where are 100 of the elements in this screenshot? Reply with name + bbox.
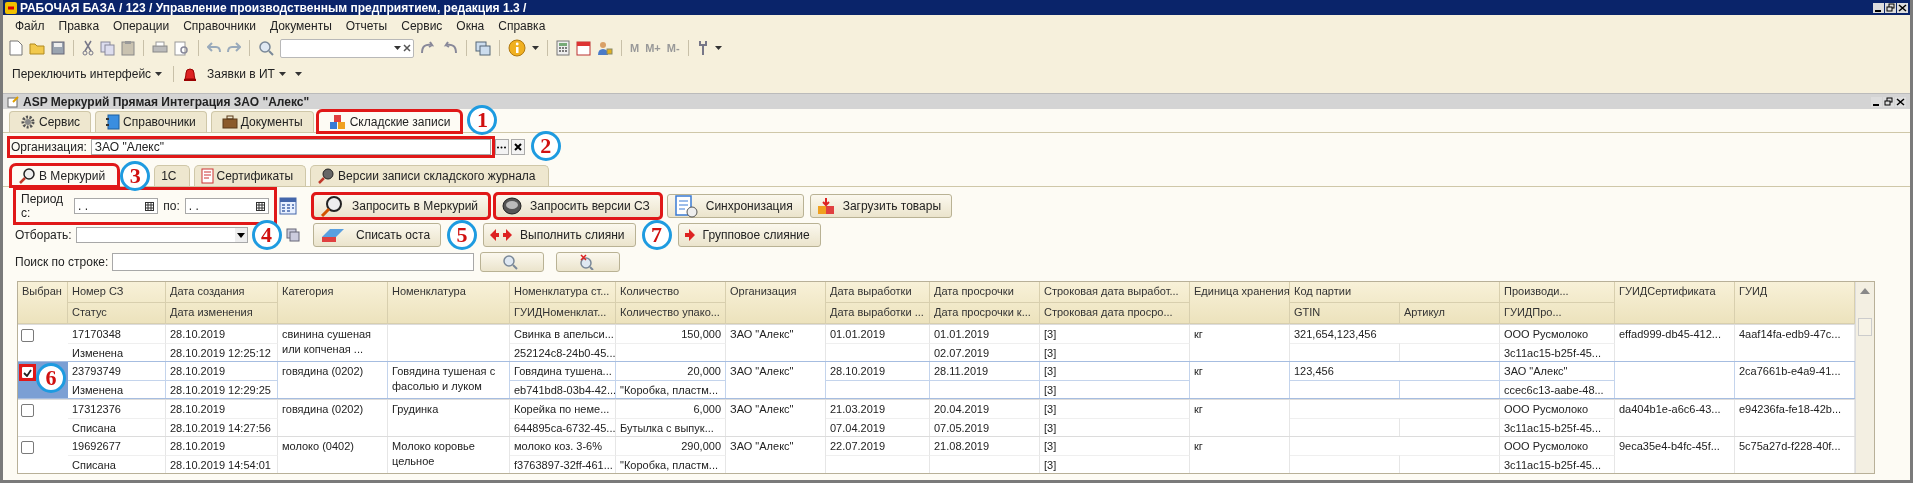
scroll-thumb[interactable] <box>1858 318 1872 336</box>
section-tab[interactable]: Документы <box>210 111 314 132</box>
minimize-icon[interactable] <box>1871 96 1882 107</box>
scissors-icon[interactable] <box>82 40 94 56</box>
section-tab[interactable]: Складские записи <box>317 111 462 132</box>
column-header[interactable]: Номенклатура <box>388 282 510 324</box>
column-header[interactable]: Дата изменения <box>166 303 278 324</box>
column-header[interactable]: ГУИДПро... <box>1500 303 1615 324</box>
checkbox[interactable] <box>21 404 34 417</box>
menu-item[interactable]: Правка <box>52 18 106 33</box>
restore-icon[interactable] <box>1883 96 1894 107</box>
column-header[interactable]: Категория <box>278 282 388 324</box>
column-header[interactable]: Количество <box>616 282 726 303</box>
info-icon[interactable] <box>508 39 526 57</box>
column-header[interactable]: Единица хранения <box>1190 282 1290 324</box>
print-preview-icon[interactable] <box>174 40 190 56</box>
column-header[interactable]: Производи... <box>1500 282 1615 303</box>
column-header[interactable]: ГУИДСертификата <box>1615 282 1735 324</box>
copy-icon[interactable] <box>100 40 115 56</box>
minimize-icon[interactable] <box>1873 2 1884 13</box>
clear-button[interactable] <box>510 139 525 155</box>
column-header[interactable]: Строковая дата выработ... <box>1040 282 1190 303</box>
search-combo-field[interactable] <box>280 38 414 58</box>
menu-item[interactable]: Операции <box>107 18 176 33</box>
save-icon[interactable] <box>51 41 65 55</box>
clear-search-button[interactable] <box>556 252 621 272</box>
action-button[interactable]: Загрузить товары <box>809 194 953 218</box>
action-button[interactable]: Запросить версии СЗ <box>495 194 661 218</box>
column-header[interactable]: Количество упако... <box>616 303 726 324</box>
find-previous-icon[interactable] <box>442 41 458 55</box>
action-button[interactable]: Синхронизация <box>666 194 804 218</box>
tab[interactable]: 1С <box>154 165 190 186</box>
search-icon[interactable] <box>502 254 519 270</box>
organization-field[interactable]: ЗАО "Алекс" <box>90 139 491 155</box>
new-document-icon[interactable] <box>9 40 23 56</box>
calendar-icon[interactable] <box>256 201 265 211</box>
close-icon[interactable] <box>1895 96 1906 107</box>
requests-button[interactable]: Заявки в ИТ <box>204 64 289 83</box>
table-cell: 21.03.2019 <box>826 400 930 418</box>
menu-item[interactable]: Справка <box>492 18 552 33</box>
undo-icon[interactable] <box>207 42 221 54</box>
column-header[interactable]: Организация <box>726 282 826 324</box>
tab[interactable]: Сертификаты <box>193 165 307 186</box>
action-button[interactable]: Запросить в Меркурий <box>313 194 490 218</box>
action-button[interactable]: Выполнить слияни <box>483 223 636 247</box>
checkbox[interactable] <box>21 366 34 379</box>
column-header[interactable]: Дата выработки ... <box>826 303 930 324</box>
close-icon[interactable] <box>1897 2 1908 13</box>
column-header[interactable]: Код партии <box>1290 282 1500 303</box>
windows-icon[interactable] <box>475 40 491 56</box>
restore-icon[interactable] <box>1885 2 1896 13</box>
action-button[interactable]: Списать оста <box>313 223 442 247</box>
switch-interface-button[interactable]: Переключить интерфейс <box>9 64 166 83</box>
section-tab[interactable]: Справочники <box>95 111 207 132</box>
column-header[interactable]: Выбран <box>18 282 68 324</box>
scrollbar[interactable] <box>1855 282 1874 473</box>
search-field[interactable] <box>112 253 475 271</box>
menu-item[interactable]: Окна <box>450 18 491 33</box>
column-header[interactable]: Строковая дата просро... <box>1040 303 1190 324</box>
checkbox[interactable] <box>21 441 34 454</box>
column-header[interactable]: GTIN <box>1290 303 1400 324</box>
folder-icon[interactable] <box>29 41 45 55</box>
menu-item[interactable]: Документы <box>263 18 338 33</box>
table-cell: свинина сушеная или копченая ... <box>278 325 388 361</box>
calendar-icon[interactable] <box>145 201 155 211</box>
checkbox[interactable] <box>21 329 34 342</box>
printer-icon[interactable] <box>152 41 168 55</box>
column-header[interactable]: Дата выработки <box>826 282 930 303</box>
menu-item[interactable]: Отчеты <box>339 18 394 33</box>
menu-item[interactable]: Справочники <box>177 18 262 33</box>
menu-item[interactable]: Файл <box>9 18 51 33</box>
calendar-button-icon[interactable] <box>279 197 297 215</box>
filter-dropdown[interactable] <box>75 227 248 243</box>
find-next-icon[interactable] <box>420 41 436 55</box>
tab[interactable]: В Меркурий <box>11 165 119 186</box>
calculator-icon[interactable] <box>556 40 570 56</box>
clear-icon[interactable] <box>403 44 411 52</box>
column-header[interactable]: ГУИДНоменклат... <box>510 303 616 324</box>
search-icon[interactable] <box>258 40 274 56</box>
tab[interactable]: Версии записи складского журнала <box>310 165 549 186</box>
column-header[interactable]: Дата просрочки <box>930 282 1040 303</box>
selection-cell[interactable]: 6 <box>18 362 68 398</box>
column-header[interactable]: Номер СЗ <box>68 282 166 303</box>
date-field[interactable]: . . <box>184 198 269 214</box>
menu-item[interactable]: Сервис <box>395 18 449 33</box>
column-header[interactable]: Дата просрочки к... <box>930 303 1040 324</box>
section-tab[interactable]: Сервис <box>9 111 92 132</box>
column-header[interactable]: Артикул <box>1400 303 1500 324</box>
search-button[interactable] <box>480 252 545 272</box>
column-header[interactable]: Дата создания <box>166 282 278 303</box>
scroll-up-icon[interactable] <box>1859 286 1871 296</box>
column-header[interactable]: Номенклатура ст... <box>510 282 616 303</box>
date-field[interactable]: . . <box>74 198 159 214</box>
table-cell: Списана <box>68 455 166 473</box>
redo-icon[interactable] <box>227 42 241 54</box>
paste-icon[interactable] <box>121 40 135 56</box>
action-button[interactable]: Групповое слияние <box>677 223 821 247</box>
copy-icon[interactable] <box>285 228 300 242</box>
column-header[interactable]: Статус <box>68 303 166 324</box>
user-lock-icon[interactable] <box>597 40 613 56</box>
